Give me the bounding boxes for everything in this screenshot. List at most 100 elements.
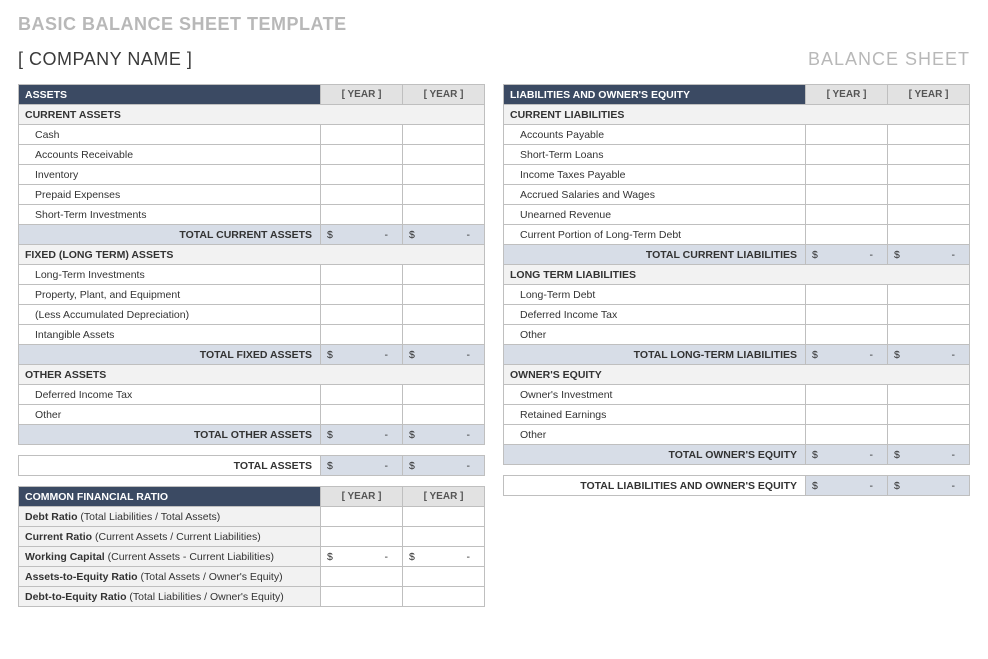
value-cell <box>403 527 485 547</box>
value-cell[interactable] <box>403 285 485 305</box>
value-cell[interactable] <box>888 305 970 325</box>
line-item-label: Short-Term Loans <box>504 145 806 165</box>
line-item-label: Accounts Receivable <box>19 145 321 165</box>
ratio-row-label: Current Ratio (Current Assets / Current … <box>19 527 321 547</box>
subtotal-value: $- <box>321 425 403 445</box>
value-cell[interactable] <box>806 405 888 425</box>
line-item-label: (Less Accumulated Depreciation) <box>19 305 321 325</box>
section-header: OWNER'S EQUITY <box>504 365 970 385</box>
value-cell[interactable] <box>888 205 970 225</box>
year-header: [ YEAR ] <box>888 85 970 105</box>
value-cell[interactable] <box>403 305 485 325</box>
value-cell[interactable] <box>888 385 970 405</box>
line-item-label: Other <box>19 405 321 425</box>
value-cell[interactable] <box>403 145 485 165</box>
value-cell[interactable] <box>321 205 403 225</box>
line-item-label: Prepaid Expenses <box>19 185 321 205</box>
value-cell <box>321 507 403 527</box>
subtotal-label: TOTAL CURRENT ASSETS <box>19 225 321 245</box>
total-assets-table: TOTAL ASSETS $- $- <box>18 455 485 476</box>
value-cell[interactable] <box>321 145 403 165</box>
line-item-label: Current Portion of Long-Term Debt <box>504 225 806 245</box>
grand-total-value: $- <box>321 456 403 476</box>
value-cell[interactable] <box>403 405 485 425</box>
value-cell[interactable] <box>888 325 970 345</box>
value-cell[interactable] <box>888 425 970 445</box>
value-cell <box>321 527 403 547</box>
subtotal-value: $- <box>403 345 485 365</box>
value-cell[interactable] <box>321 285 403 305</box>
line-item-label: Accrued Salaries and Wages <box>504 185 806 205</box>
subtotal-value: $- <box>888 345 970 365</box>
value-cell[interactable] <box>806 325 888 345</box>
assets-header: ASSETS <box>19 85 321 105</box>
liabilities-equity-table: LIABILITIES AND OWNER'S EQUITY [ YEAR ] … <box>503 84 970 465</box>
value-cell[interactable] <box>321 165 403 185</box>
value-cell[interactable] <box>806 205 888 225</box>
grand-total-value: $- <box>888 476 970 496</box>
line-item-label: Short-Term Investments <box>19 205 321 225</box>
value-cell[interactable] <box>806 285 888 305</box>
line-item-label: Cash <box>19 125 321 145</box>
value-cell[interactable] <box>806 385 888 405</box>
ratios-table: COMMON FINANCIAL RATIO [ YEAR ] [ YEAR ]… <box>18 486 485 607</box>
line-item-label: Intangible Assets <box>19 325 321 345</box>
value-cell[interactable] <box>321 185 403 205</box>
line-item-label: Accounts Payable <box>504 125 806 145</box>
year-header: [ YEAR ] <box>403 85 485 105</box>
value-cell[interactable] <box>888 165 970 185</box>
value-cell[interactable] <box>806 425 888 445</box>
ratio-row-label: Debt-to-Equity Ratio (Total Liabilities … <box>19 587 321 607</box>
line-item-label: Other <box>504 425 806 445</box>
value-cell[interactable] <box>888 405 970 425</box>
subtotal-value: $- <box>403 425 485 445</box>
year-header: [ YEAR ] <box>321 487 403 507</box>
grand-total-value: $- <box>806 476 888 496</box>
line-item-label: Long-Term Debt <box>504 285 806 305</box>
sheet-title: BALANCE SHEET <box>808 49 970 70</box>
year-header: [ YEAR ] <box>403 487 485 507</box>
value-cell[interactable] <box>888 145 970 165</box>
total-liab-equity-table: TOTAL LIABILITIES AND OWNER'S EQUITY $- … <box>503 475 970 496</box>
value-cell[interactable] <box>888 125 970 145</box>
value-cell[interactable] <box>806 145 888 165</box>
value-cell[interactable] <box>806 125 888 145</box>
value-cell[interactable] <box>321 305 403 325</box>
subtotal-value: $- <box>806 245 888 265</box>
value-cell[interactable] <box>888 285 970 305</box>
page-title: BASIC BALANCE SHEET TEMPLATE <box>18 14 970 35</box>
line-item-label: Unearned Revenue <box>504 205 806 225</box>
value-cell: $- <box>321 547 403 567</box>
value-cell[interactable] <box>321 385 403 405</box>
line-item-label: Retained Earnings <box>504 405 806 425</box>
line-item-label: Long-Term Investments <box>19 265 321 285</box>
value-cell[interactable] <box>806 305 888 325</box>
value-cell[interactable] <box>403 165 485 185</box>
section-header: OTHER ASSETS <box>19 365 485 385</box>
ratio-row-label: Working Capital (Current Assets - Curren… <box>19 547 321 567</box>
value-cell[interactable] <box>403 205 485 225</box>
subtotal-label: TOTAL OWNER'S EQUITY <box>504 445 806 465</box>
ratio-row-label: Debt Ratio (Total Liabilities / Total As… <box>19 507 321 527</box>
value-cell[interactable] <box>321 325 403 345</box>
value-cell[interactable] <box>403 385 485 405</box>
value-cell[interactable] <box>888 225 970 245</box>
value-cell[interactable] <box>321 265 403 285</box>
subtotal-label: TOTAL OTHER ASSETS <box>19 425 321 445</box>
header-row: [ COMPANY NAME ] BALANCE SHEET <box>18 49 970 70</box>
value-cell[interactable] <box>888 185 970 205</box>
line-item-label: Other <box>504 325 806 345</box>
line-item-label: Income Taxes Payable <box>504 165 806 185</box>
value-cell[interactable] <box>403 185 485 205</box>
value-cell[interactable] <box>321 125 403 145</box>
value-cell[interactable] <box>806 165 888 185</box>
value-cell[interactable] <box>806 185 888 205</box>
value-cell[interactable] <box>321 405 403 425</box>
value-cell[interactable] <box>403 265 485 285</box>
value-cell[interactable] <box>403 325 485 345</box>
value-cell[interactable] <box>403 125 485 145</box>
ratio-row-label: Assets-to-Equity Ratio (Total Assets / O… <box>19 567 321 587</box>
ratios-header: COMMON FINANCIAL RATIO <box>19 487 321 507</box>
value-cell[interactable] <box>806 225 888 245</box>
line-item-label: Inventory <box>19 165 321 185</box>
